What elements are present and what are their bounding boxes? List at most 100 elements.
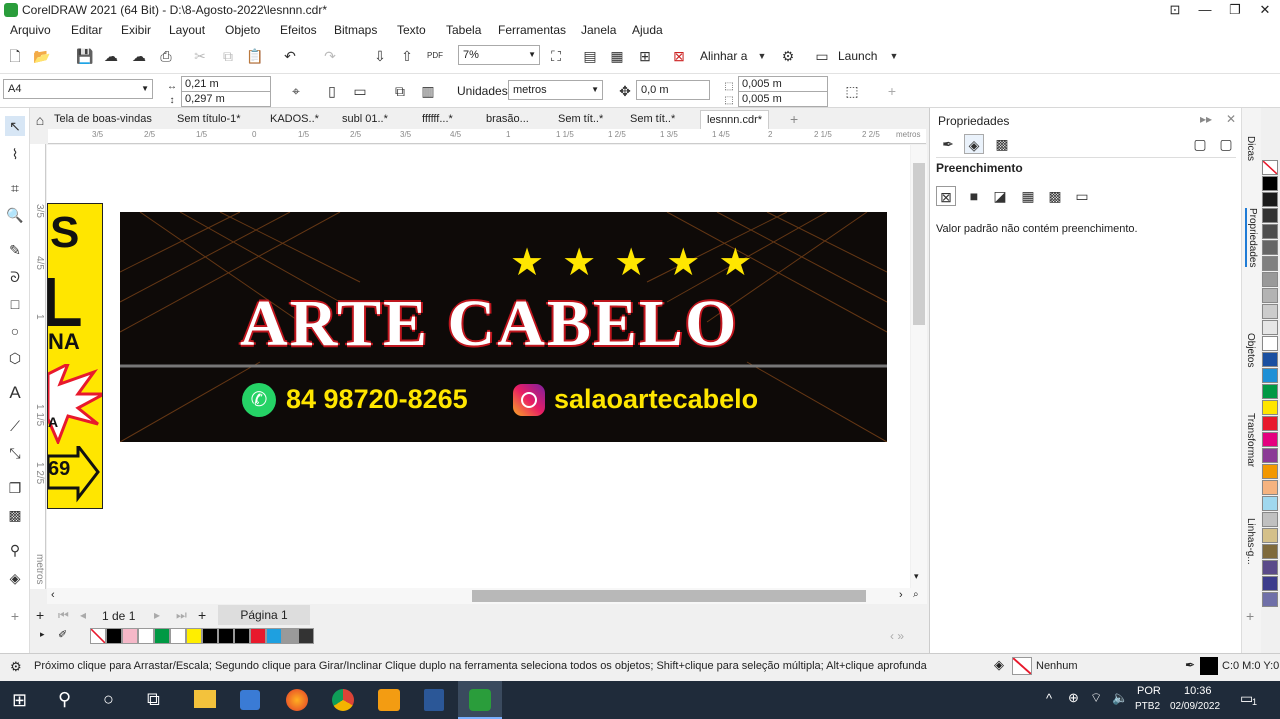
color-swatch[interactable]: [1262, 480, 1278, 495]
cut-icon[interactable]: ✂: [190, 46, 210, 66]
color-swatch[interactable]: [234, 628, 250, 644]
tab-tela-de-boas-vindas[interactable]: Tela de boas-vindas: [54, 110, 152, 129]
color-swatch[interactable]: [202, 628, 218, 644]
snap-off-icon[interactable]: ⊠: [669, 46, 689, 66]
sidetab-transformar[interactable]: Transformar: [1245, 413, 1256, 467]
undo-icon[interactable]: ↶: [280, 46, 300, 66]
yellow-artwork[interactable]: S L NA A 69: [47, 203, 103, 509]
all-pages-icon[interactable]: ⌖: [286, 81, 306, 101]
color-swatch[interactable]: [1262, 496, 1278, 511]
save-icon[interactable]: 💾: [75, 46, 95, 66]
color-swatch[interactable]: [1262, 240, 1278, 255]
close-button[interactable]: ✕: [1250, 0, 1280, 20]
color-swatch[interactable]: [154, 628, 170, 644]
color-swatch[interactable]: [1262, 176, 1278, 191]
ellipse-tool-icon[interactable]: ○: [5, 321, 25, 341]
no-color-swatch[interactable]: [90, 628, 106, 644]
new-tab-icon[interactable]: +: [790, 110, 798, 129]
connector-tool-icon[interactable]: ⤡: [5, 443, 25, 463]
color-swatch[interactable]: [1262, 320, 1278, 335]
page-icon[interactable]: ▢: [1216, 134, 1236, 154]
chevron-down-icon[interactable]: ▼: [752, 46, 772, 66]
align-to-dropdown[interactable]: Alinhar a: [700, 49, 747, 63]
menu-janela[interactable]: Janela: [581, 23, 616, 37]
portrait-icon[interactable]: ▯: [322, 81, 342, 101]
cloud-upload-icon[interactable]: ☁: [101, 46, 121, 66]
tab-lesnnn[interactable]: lesnnn.cdr*: [700, 110, 770, 129]
sidetab-linhas[interactable]: Linhas-g...: [1245, 518, 1256, 565]
cloud-download-icon[interactable]: ☁: [129, 46, 149, 66]
language-primary[interactable]: POR: [1137, 685, 1161, 697]
color-swatch[interactable]: [1262, 192, 1278, 207]
add-tool-icon[interactable]: +: [5, 606, 25, 626]
menu-exibir[interactable]: Exibir: [121, 23, 151, 37]
scroll-right-icon[interactable]: ›: [899, 589, 903, 601]
fountain-fill-icon[interactable]: ◪: [990, 186, 1010, 206]
page-layout-icon[interactable]: ⧉: [390, 81, 410, 101]
launch-icon[interactable]: ▭: [812, 46, 832, 66]
tab-ffffff[interactable]: ffffff...*: [422, 110, 453, 129]
menu-layout[interactable]: Layout: [169, 23, 205, 37]
guidelines-icon[interactable]: ⊞: [635, 46, 655, 66]
copy-icon[interactable]: ⧉: [218, 46, 238, 66]
tab-brasao[interactable]: brasão...: [486, 110, 529, 129]
rulers-icon[interactable]: ▤: [580, 46, 600, 66]
chrome-icon[interactable]: [332, 689, 354, 711]
color-swatch[interactable]: [1262, 416, 1278, 431]
no-fill-icon[interactable]: ⊠: [936, 186, 956, 206]
color-swatch[interactable]: [1262, 464, 1278, 479]
color-swatch[interactable]: [170, 628, 186, 644]
tab-sem-tit-b[interactable]: Sem tít..*: [630, 110, 675, 129]
status-gear-icon[interactable]: ⚙: [10, 659, 22, 675]
menu-efeitos[interactable]: Efeitos: [280, 23, 317, 37]
zoom-level-select[interactable]: 7% ▼: [458, 45, 540, 65]
page-width-input[interactable]: 0,21 m: [181, 76, 271, 92]
postscript-fill-icon[interactable]: ▭: [1072, 186, 1092, 206]
color-swatch[interactable]: [138, 628, 154, 644]
volume-icon[interactable]: 🔈: [1112, 690, 1128, 706]
palette-scroll-icon[interactable]: ‹ »: [890, 629, 904, 643]
print-icon[interactable]: ⎙: [156, 46, 176, 66]
color-swatch[interactable]: [1262, 512, 1278, 527]
nudge-distance-input[interactable]: 0,0 m: [636, 80, 710, 100]
tab-sem-tit-a[interactable]: Sem tít..*: [558, 110, 603, 129]
pick-tool-icon[interactable]: ↖: [5, 116, 25, 136]
launch-dropdown[interactable]: Launch: [838, 49, 877, 63]
eyedropper-icon[interactable]: ⚲: [5, 540, 25, 560]
menu-tabela[interactable]: Tabela: [446, 23, 481, 37]
frame-icon[interactable]: ▢: [1190, 134, 1210, 154]
color-swatch[interactable]: [1262, 448, 1278, 463]
color-swatch[interactable]: [1262, 224, 1278, 239]
app-orange-icon[interactable]: [378, 689, 400, 711]
color-swatch[interactable]: [1262, 336, 1278, 351]
color-swatch[interactable]: [1262, 560, 1278, 575]
color-swatch[interactable]: [218, 628, 234, 644]
color-swatch[interactable]: [250, 628, 266, 644]
export-icon[interactable]: ⇧: [397, 46, 417, 66]
file-explorer-icon[interactable]: [194, 690, 216, 708]
publish-pdf-icon[interactable]: PDF: [425, 46, 445, 66]
drop-shadow-icon[interactable]: ❐: [5, 478, 25, 498]
menu-arquivo[interactable]: Arquivo: [10, 23, 51, 37]
home-icon[interactable]: ⌂: [30, 110, 50, 130]
menu-ferramentas[interactable]: Ferramentas: [498, 23, 566, 37]
vector-pattern-icon[interactable]: ▦: [1018, 186, 1038, 206]
fill-bucket-icon[interactable]: ◈: [964, 134, 984, 154]
color-swatch[interactable]: [1262, 352, 1278, 367]
parallel-dimension-icon[interactable]: ⟋: [5, 416, 25, 436]
transparency-icon[interactable]: ▩: [5, 505, 25, 525]
color-swatch[interactable]: [1262, 304, 1278, 319]
menu-editar[interactable]: Editar: [71, 23, 102, 37]
coreldraw-taskbar-button[interactable]: [458, 681, 502, 719]
color-swatch[interactable]: [1262, 400, 1278, 415]
menu-ajuda[interactable]: Ajuda: [632, 23, 663, 37]
add-page-after-icon[interactable]: +: [198, 607, 206, 623]
language-secondary[interactable]: PTB2: [1135, 701, 1160, 712]
color-swatch[interactable]: [1262, 256, 1278, 271]
zoom-tool-icon[interactable]: 🔍: [5, 205, 25, 225]
sidetab-objetos[interactable]: Objetos: [1245, 333, 1256, 367]
horizontal-ruler[interactable]: 3/5 2/5 1/5 0 1/5 2/5 3/5 4/5 1 1 1/5 1 …: [48, 129, 926, 144]
color-swatch[interactable]: [122, 628, 138, 644]
open-folder-icon[interactable]: 📂: [32, 46, 52, 66]
color-swatch[interactable]: [266, 628, 282, 644]
